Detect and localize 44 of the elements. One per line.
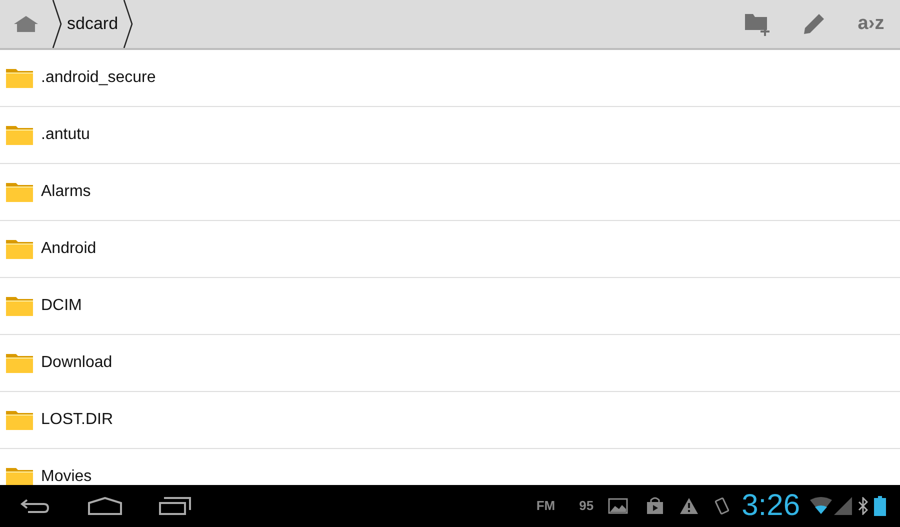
folder-name: Alarms [41,182,91,202]
shopping-bag-icon [646,497,664,515]
folder-icon [6,125,33,145]
folder-name: Download [41,353,112,373]
folder-name: Movies [41,467,92,485]
wifi-icon [810,497,832,515]
folder-name: .antutu [41,125,90,145]
folder-name: .android_secure [41,68,156,88]
folder-icon [6,353,33,373]
back-icon [20,498,50,514]
folder-row[interactable]: Download [0,335,900,392]
notification-text: FM [536,497,556,516]
folder-row[interactable]: Alarms [0,164,900,221]
home-outline-icon [88,497,122,515]
new-folder-icon [745,12,771,36]
folder-icon [6,296,33,316]
sort-button[interactable]: a›z [842,0,900,48]
pencil-icon [804,14,824,34]
breadcrumb-separator-icon [123,0,134,48]
folder-name: LOST.DIR [41,410,114,430]
signal-icon [834,497,852,515]
clock: 3:26 [742,491,800,521]
rotation-icon [714,497,730,515]
folder-icon [6,467,33,485]
folder-name: Android [41,239,96,259]
folder-name: DCIM [41,296,82,316]
folder-row[interactable]: DCIM [0,278,900,335]
picture-notification-icon [608,498,628,514]
folder-icon [6,182,33,202]
folder-row[interactable]: Android [0,221,900,278]
battery-icon [874,496,886,516]
folder-icon [6,68,33,88]
bluetooth-icon [858,497,868,515]
folder-row[interactable]: .android_secure [0,50,900,107]
recent-apps-icon [159,497,191,515]
folder-row[interactable]: .antutu [0,107,900,164]
home-icon [14,16,38,32]
notification-text: 95 [579,497,594,516]
folder-icon [6,410,33,430]
folder-row[interactable]: LOST.DIR [0,392,900,449]
folder-icon [6,239,33,259]
breadcrumb-item[interactable]: sdcard [62,0,124,48]
warning-icon [680,498,698,514]
breadcrumb-separator-icon [52,0,62,48]
